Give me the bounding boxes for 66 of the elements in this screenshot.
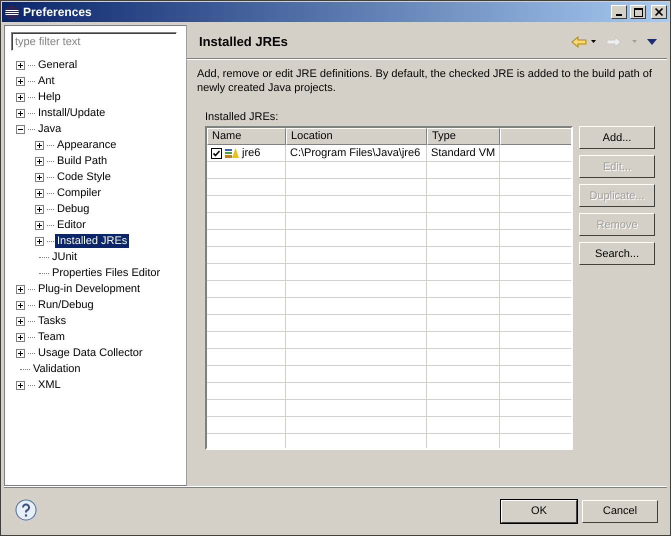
dialog-button[interactable]: Cancel xyxy=(582,500,658,522)
tree-item[interactable]: Run/Debug xyxy=(36,298,96,312)
expand-icon[interactable] xyxy=(35,204,44,214)
tree-item[interactable]: Tasks xyxy=(36,314,68,328)
column-header[interactable]: Location xyxy=(286,128,427,145)
expand-icon[interactable] xyxy=(16,108,25,118)
tree-item[interactable]: Debug xyxy=(55,202,92,216)
expand-icon[interactable] xyxy=(35,156,44,166)
column-header[interactable]: Type xyxy=(427,128,500,145)
expand-icon[interactable] xyxy=(16,316,25,326)
expand-icon[interactable] xyxy=(35,220,44,230)
tree-item[interactable]: Ant xyxy=(36,74,57,88)
table-cell: jre6 xyxy=(242,147,260,159)
tree-item[interactable]: JUnit xyxy=(50,250,80,264)
expand-icon[interactable] xyxy=(16,76,25,86)
maximize-button[interactable] xyxy=(630,5,646,19)
eclipse-icon xyxy=(4,4,20,20)
help-icon[interactable] xyxy=(15,498,37,520)
expand-icon[interactable] xyxy=(16,332,25,342)
tree-item[interactable]: Usage Data Collector xyxy=(36,346,145,360)
tree-item[interactable]: Plug-in Development xyxy=(36,282,142,296)
expand-icon[interactable] xyxy=(35,236,44,246)
tree-item[interactable]: Help xyxy=(36,90,63,104)
column-header[interactable] xyxy=(500,128,571,145)
expand-icon[interactable] xyxy=(16,348,25,358)
window-title: Preferences xyxy=(23,5,93,19)
page-title: Installed JREs xyxy=(199,34,289,49)
tree-item[interactable]: Install/Update xyxy=(36,106,108,120)
expand-icon[interactable] xyxy=(16,92,25,102)
expand-icon[interactable] xyxy=(35,188,44,198)
menu-icon[interactable] xyxy=(647,38,657,44)
expand-icon[interactable] xyxy=(16,284,25,294)
tree-item[interactable]: Validation xyxy=(31,362,82,376)
tree-item[interactable]: Compiler xyxy=(55,186,104,200)
tree-item[interactable]: Properties Files Editor xyxy=(50,266,162,280)
maximize-icon xyxy=(634,8,642,16)
description-text: Add, remove or edit JRE definitions. By default, the checked JRE is added to the build path of newly created Java projects. xyxy=(197,67,653,95)
dialog-button[interactable]: OK xyxy=(501,500,577,522)
expand-icon[interactable] xyxy=(35,172,44,182)
expand-icon[interactable] xyxy=(35,140,44,150)
tree-item[interactable]: XML xyxy=(36,378,63,392)
close-button[interactable] xyxy=(651,5,667,19)
action-button[interactable]: Add... xyxy=(579,126,655,149)
dropdown-icon[interactable] xyxy=(591,40,596,43)
filter-field[interactable]: type filter text xyxy=(11,32,177,51)
minimize-button[interactable] xyxy=(611,5,627,19)
expand-icon[interactable] xyxy=(16,300,25,310)
tree-item[interactable]: Java xyxy=(36,122,64,136)
tree-item[interactable]: Code Style xyxy=(55,170,113,184)
table-cell: Standard VM xyxy=(431,147,496,159)
table-cell: C:\Program Files\Java\jre6 xyxy=(290,147,420,159)
tree-item[interactable]: Appearance xyxy=(55,138,118,152)
tree-item[interactable]: General xyxy=(36,58,80,72)
library-icon xyxy=(225,147,239,159)
column-header[interactable]: Name xyxy=(207,128,286,145)
action-button[interactable]: Search... xyxy=(579,242,655,265)
tree-item[interactable]: Installed JREs xyxy=(55,234,130,248)
tree-item[interactable]: Editor xyxy=(55,218,88,232)
close-icon xyxy=(655,8,663,16)
table-label: Installed JREs: xyxy=(205,111,280,123)
expand-icon[interactable] xyxy=(16,380,25,390)
tree-item[interactable]: Build Path xyxy=(55,154,110,168)
expand-icon[interactable] xyxy=(16,60,25,70)
collapse-icon[interactable] xyxy=(16,124,25,134)
checkbox[interactable] xyxy=(211,148,222,158)
tree-item[interactable]: Team xyxy=(36,330,67,344)
